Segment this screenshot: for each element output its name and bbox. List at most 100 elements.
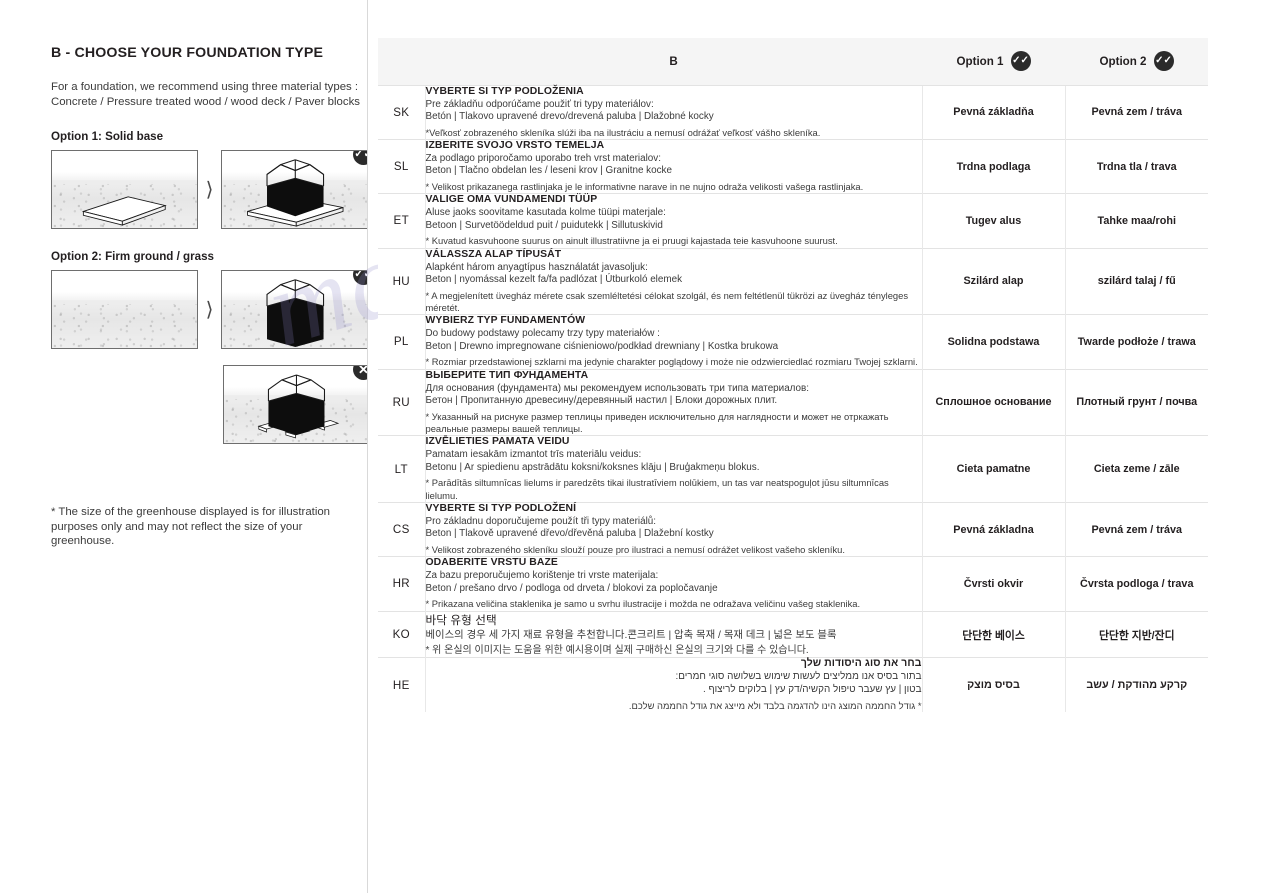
instruction-materials-line: בטון | עץ שעבר טיפול הקשיה/דק עץ | בלוקי…: [702, 684, 922, 696]
table-row: ET VALIGE OMA VUNDAMENDI TÜÜP Aluse jaoks …: [378, 193, 1208, 249]
instruction-cell: IZBERITE SVOJO VRSTO TEMELJA Za podlago p…: [424, 138, 922, 194]
option1-label: Option 1: Solid base: [51, 130, 164, 144]
option2-value-cell: Cieta zeme / zāle: [1064, 435, 1208, 503]
option1-after-illustration: ✓✓: [221, 150, 368, 230]
language-code-cell: PL: [378, 314, 425, 370]
option1-value-cell: Cieta pamatne: [921, 435, 1065, 503]
language-code-cell: KO: [378, 610, 425, 658]
instruction-cell: VÁLASSZA ALAP TÍPUSÁT Alapként három anya…: [424, 247, 922, 315]
language-code-cell: HU: [378, 247, 425, 315]
greenhouse-on-slab-icon: [247, 159, 344, 227]
instruction-title: VYBERTE SI TYP PODLOŽENIA: [425, 85, 584, 97]
table-row: SK VYBERTE SI TYP PODLOŽENIA Pre základňu …: [378, 84, 1208, 140]
page-root: manualshive.com B - CHOOSE YOUR FOUNDATI…: [0, 0, 1263, 893]
language-code-cell: ET: [378, 193, 425, 249]
option1-before-illustration: [51, 150, 198, 230]
instruction-materials-line: Beton | Drewno impregnowane ciśnieniowo/…: [425, 340, 779, 352]
option1-value-cell: Pevná základna: [921, 501, 1065, 557]
header-option2-col: Option 2 ✓✓: [1065, 38, 1208, 85]
greenhouse-on-ground-icon: [266, 279, 325, 348]
instruction-materials-line: Betonu | Ar spiedienu apstrādātu koksni/…: [425, 461, 760, 473]
table-header: B Option 1 ✓✓ Option 2 ✓✓: [378, 38, 1208, 85]
instruction-cell: 바닥 유형 선택베이스의 경우 세 가지 재료 유형을 추천합니다.콘크리트 |…: [424, 610, 922, 658]
language-code-cell: CS: [378, 501, 425, 557]
instruction-footnote: * Kuvatud kasvuhoone suurus on ainult il…: [425, 235, 838, 247]
language-code-cell: SL: [378, 138, 425, 194]
instruction-title: IZVĒLIETIES PAMATA VEIDU: [425, 436, 570, 448]
option2-value-cell: Tahke maa/rohi: [1064, 193, 1208, 249]
instruction-cell: VYBERTE SI TYP PODLOŽENIA Pre základňu od…: [424, 84, 922, 140]
table-row: HE בחר את סוג היסודות שלך בתור בסיס אנו ממ…: [378, 657, 1208, 712]
instruction-title: ВЫБЕРИТЕ ТИП ФУНДАМЕНТА: [425, 369, 589, 381]
option2-value-cell: Čvrsta podloga / trava: [1064, 556, 1208, 612]
language-code-cell: LT: [378, 435, 425, 503]
instruction-footnote: *Veľkosť zobrazeného skleníka slúži iba …: [425, 126, 821, 138]
approved-check-icon: ✓✓: [1010, 51, 1031, 72]
instruction-title: ODABERITE VRSTU BAZE: [425, 557, 558, 569]
instruction-title: VALIGE OMA VUNDAMENDI TÜÜP: [425, 194, 598, 206]
instruction-line: 베이스의 경우 세 가지 재료 유형을 추천합니다.콘크리트 | 압축 목재 /…: [425, 629, 837, 641]
instruction-title: 바닥 유형 선택: [425, 613, 497, 627]
option1-value-cell: Tugev alus: [921, 193, 1065, 249]
ground-texture: [52, 292, 197, 349]
option2-value-cell: Trdna tla / trava: [1064, 138, 1208, 194]
language-code-cell: HE: [378, 657, 425, 712]
instruction-title: VYBERTE SI TYP PODLOŽENÍ: [425, 502, 577, 514]
instruction-cell: ODABERITE VRSTU BAZE Za bazu preporučujem…: [424, 556, 922, 612]
instruction-materials-line: Бетон | Пропитанную древесину/деревянный…: [425, 395, 778, 407]
table-row: PL WYBIERZ TYP FUNDAMENTÓW Do budowy podst…: [378, 314, 1208, 370]
instruction-line: Za bazu preporučujemo korištenje tri vrs…: [425, 570, 659, 582]
instruction-footnote: * גודל החממה המוצג הינו להדגמה בלבד ולא …: [628, 699, 922, 711]
option2-value-cell: 단단한 지반/잔디: [1064, 610, 1208, 658]
panel-divider: [367, 0, 368, 893]
table-row: SL IZBERITE SVOJO VRSTO TEMELJA Za podlago…: [378, 138, 1208, 194]
language-code-cell: HR: [378, 556, 425, 612]
instruction-line: Do budowy podstawy polecamy trzy typy ma…: [425, 328, 660, 340]
instruction-materials-line: Betoon | Survetöödeldud puit / puidutekk…: [425, 219, 663, 231]
instruction-cell: בחר את סוג היסודות שלך בתור בסיס אנו ממלי…: [424, 657, 922, 712]
arrow-separator-1: ⟩: [205, 179, 214, 202]
instruction-line: בתור בסיס אנו ממליצים לעשות שימוש בשלושה…: [675, 671, 922, 683]
table-row: KO 바닥 유형 선택베이스의 경우 세 가지 재료 유형을 추천합니다.콘크리트…: [378, 610, 1208, 658]
header-option1-label: Option 1: [956, 54, 1004, 68]
instruction-title: IZBERITE SVOJO VRSTO TEMELJA: [425, 139, 605, 151]
language-code-cell: RU: [378, 368, 425, 436]
option1-illustration-row: ⟩ ✓: [51, 150, 368, 230]
instruction-cell: IZVĒLIETIES PAMATA VEIDU Pamatam iesakām …: [424, 435, 922, 503]
option1-value-cell: Čvrsti okvir: [921, 556, 1065, 612]
approved-check-icon: ✓✓: [1153, 51, 1174, 72]
option2-value-cell: szilárd talaj / fű: [1064, 247, 1208, 315]
option2-value-cell: Плотный грунт / почва: [1064, 368, 1208, 436]
instruction-footnote: * Velikost zobrazeného skleníku slouží p…: [425, 544, 846, 556]
intro-line-2: Concrete / Pressure treated wood / wood …: [51, 95, 360, 108]
instruction-line: Alapként három anyagtípus használatát ja…: [425, 261, 648, 273]
language-code-cell: SK: [378, 84, 425, 140]
option2-illustration-row: ⟩ ✓✓: [51, 270, 368, 350]
option1-value-cell: 단단한 베이스: [921, 610, 1065, 658]
intro-line-1: For a foundation, we recommend using thr…: [51, 81, 359, 93]
instruction-footnote: * Prikazana veličina staklenika je samo …: [425, 598, 861, 610]
rejected-illustration: ✕: [223, 365, 368, 445]
instruction-materials-line: Beton | nyomással kezelt fa/fa padlózat …: [425, 274, 683, 286]
instruction-footnote: * A megjelenített üvegház mérete csak sz…: [425, 289, 909, 314]
rejected-illustration-row: ✕: [223, 365, 368, 445]
option2-value-cell: Twarde podłoże / trawa: [1064, 314, 1208, 370]
arrow-separator-2: ⟩: [205, 299, 214, 322]
option2-label: Option 2: Firm ground / grass: [51, 250, 214, 264]
option2-after-illustration: ✓✓: [221, 270, 368, 350]
header-language-col: [378, 38, 425, 85]
instruction-footnote: * Parādītās siltumnīcas lielums ir pared…: [425, 477, 889, 501]
instruction-cell: VYBERTE SI TYP PODLOŽENÍ Pro základnu dop…: [424, 501, 922, 557]
concrete-slab-icon: [81, 196, 167, 226]
instruction-materials-line: Beton / prešano drvo / podloga od drveta…: [425, 582, 718, 594]
table-body: SK VYBERTE SI TYP PODLOŽENIA Pre základňu …: [378, 84, 1208, 712]
footnote: * The size of the greenhouse displayed i…: [51, 506, 331, 548]
language-table: B Option 1 ✓✓ Option 2 ✓✓ SK VYBERTE SI T…: [378, 38, 1208, 712]
option1-value-cell: Сплошное основание: [921, 368, 1065, 436]
instruction-title: בחר את סוג היסודות שלך: [800, 658, 922, 670]
instruction-title: WYBIERZ TYP FUNDAMENTÓW: [425, 315, 586, 327]
instruction-line: Для основания (фундамента) мы рекомендуе…: [425, 382, 810, 394]
option1-value-cell: Pevná základňa: [921, 84, 1065, 140]
option2-value-cell: Pevná zem / tráva: [1064, 501, 1208, 557]
table-row: LT IZVĒLIETIES PAMATA VEIDU Pamatam iesakā…: [378, 435, 1208, 503]
